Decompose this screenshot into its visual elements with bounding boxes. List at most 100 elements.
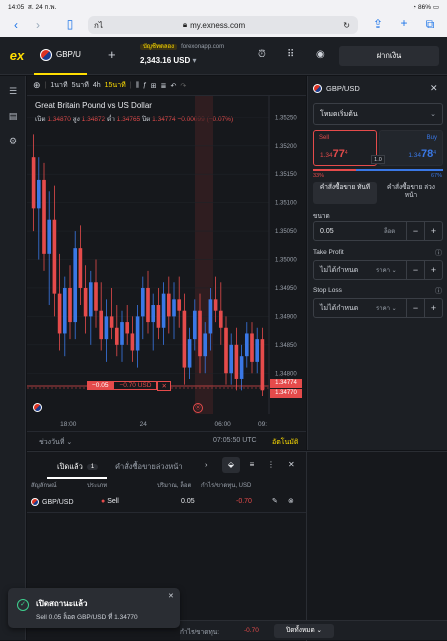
layout-grid-icon[interactable]: ⊞	[151, 82, 157, 90]
candle-body	[125, 322, 130, 334]
order-mode-select[interactable]: โหมดเริ่มต้น ⌄	[313, 103, 443, 125]
timeframe-5m[interactable]: 5นาที	[72, 80, 89, 91]
more-options-icon[interactable]: ⋮	[267, 460, 275, 469]
price-tick-label: 1.34850	[275, 343, 297, 349]
header-pl: กำไร/ขาดทุน, USD	[201, 483, 252, 489]
volume-decrease-button[interactable]: −	[406, 222, 424, 240]
header-symbol: สัญลักษณ์	[31, 483, 57, 489]
close-panel-icon[interactable]: ✕	[288, 460, 295, 469]
calendar-icon[interactable]: ▤	[7, 111, 19, 123]
layers-icon[interactable]: ≣	[161, 82, 167, 90]
candlestick-type-icon[interactable]: ⫼	[136, 82, 139, 90]
panel-divider	[306, 452, 307, 641]
alarm-clock-icon[interactable]: ⏰︎	[258, 49, 266, 60]
profile-icon[interactable]: ◉	[316, 49, 325, 60]
price-tick-label: 1.35150	[275, 172, 297, 178]
timeframe-4h[interactable]: 4h	[93, 82, 101, 89]
bookmarks-icon[interactable]: ▯	[60, 17, 80, 31]
stop-loss-increase-button[interactable]: +	[424, 299, 442, 317]
volume-increase-button[interactable]: +	[424, 222, 442, 240]
apps-grid-icon[interactable]: ⠿	[287, 49, 294, 60]
date-range-selector[interactable]: ช่วงวันที่ ⌄	[39, 437, 72, 448]
instrument-tab[interactable]: GBP/U	[34, 37, 87, 75]
browser-toolbar: ‹ › ▯ กไ 🔒︎ my.exness.com ↻ ⇪ + ⧉	[0, 13, 447, 37]
reload-icon[interactable]: ↻	[343, 21, 350, 30]
stop-loss-field[interactable]: ไม่ได้กำหนด ราคา ⌄ − +	[313, 298, 443, 318]
take-profit-field[interactable]: ไม่ได้กำหนด ราคา ⌄ − +	[313, 260, 443, 280]
add-indicator-icon[interactable]: ⊕	[33, 80, 41, 91]
tab-pending-orders[interactable]: คำสั่งซื้อขายล่วงหน้า	[115, 461, 183, 473]
stack-view-icon[interactable]: ≡	[243, 457, 261, 473]
add-instrument-icon[interactable]: +	[108, 47, 116, 62]
candle-body	[177, 299, 182, 311]
url-bar[interactable]: กไ 🔒︎ my.exness.com ↻	[88, 16, 358, 34]
table-row[interactable]: GBP/USD ● Sell 0.05 -0.70 ✎ ⊗	[27, 494, 307, 512]
auto-scale-toggle[interactable]: อัตโนมัติ	[272, 437, 298, 448]
timeframe-1m[interactable]: 1นาที	[50, 80, 67, 91]
deposit-button[interactable]: ฝากเงิน	[339, 46, 439, 66]
candle-body	[234, 344, 239, 379]
settings-gear-icon[interactable]: ⚙	[7, 136, 19, 148]
timeframe-15m[interactable]: 15นาที	[105, 80, 126, 91]
undo-icon[interactable]: ↶	[170, 82, 176, 90]
layers-view-icon[interactable]: ⬙	[222, 457, 240, 473]
close-position-icon[interactable]: ✕	[157, 380, 171, 391]
info-icon[interactable]: ⓘ	[435, 248, 442, 258]
row-volume: 0.05	[181, 498, 195, 505]
close-position-icon[interactable]: ⊗	[288, 497, 294, 505]
stop-loss-decrease-button[interactable]: −	[406, 299, 424, 317]
back-icon[interactable]: ‹	[6, 18, 26, 32]
edit-position-icon[interactable]: ✎	[272, 497, 278, 505]
candle-body	[68, 287, 72, 323]
price-tick-label: 1.35100	[275, 201, 297, 207]
tabs-icon[interactable]: ⧉	[420, 17, 440, 32]
candle-body	[244, 333, 249, 357]
buy-button[interactable]: Buy 1.34784	[379, 130, 443, 166]
row-divider	[27, 512, 307, 513]
take-profit-increase-button[interactable]: +	[424, 261, 442, 279]
candle-body	[192, 310, 197, 340]
sell-button[interactable]: Sell 1.34774	[313, 130, 377, 166]
stop-loss-unit[interactable]: ราคา ⌄	[376, 303, 397, 313]
candle-body	[83, 287, 88, 317]
candle-body	[31, 157, 36, 209]
price-tick-label: 1.34950	[275, 286, 297, 292]
sell-price-small: 1.34	[320, 152, 333, 159]
candle-body	[250, 333, 254, 362]
time-axis: 18:00 24 06:00 09:	[60, 421, 267, 428]
volume-field[interactable]: 0.05 ล็อต − +	[313, 221, 443, 241]
tab-pending-order[interactable]: คำสั่งซื้อขาย ล่วงหน้า	[379, 182, 443, 204]
toast-close-icon[interactable]: ✕	[168, 592, 174, 600]
positions-footer: กำไร/ขาดทุน: -0.70 ปิดทั้งหมด ⌄	[180, 620, 447, 640]
header-volume: ปริมาณ, ล็อต	[157, 483, 192, 489]
share-icon[interactable]: ⇪	[368, 17, 388, 31]
info-icon[interactable]: ⓘ	[435, 286, 442, 296]
new-tab-icon[interactable]: +	[394, 16, 414, 30]
news-event-icon[interactable]: ⦿	[193, 403, 203, 413]
tab-market-order[interactable]: คำสั่งซื้อขาย ทันที	[313, 182, 377, 204]
candle-body	[36, 179, 41, 209]
close-all-button[interactable]: ปิดทั้งหมด ⌄	[274, 624, 334, 638]
menu-list-icon[interactable]: ☰	[7, 86, 19, 98]
position-tag[interactable]: −0.05 −0.70 USD ✕	[87, 380, 171, 391]
tab-open-label: เปิดแล้ว	[57, 462, 83, 471]
event-flag-icon[interactable]	[33, 403, 42, 412]
stop-loss-placeholder: ไม่ได้กำหนด	[320, 304, 359, 312]
candle-body	[88, 282, 93, 317]
stop-loss-label: Stop Loss	[313, 287, 342, 294]
candle-body	[198, 310, 202, 357]
chevron-down-icon: ⌄	[66, 439, 73, 446]
indicators-icon[interactable]: ƒ	[143, 82, 147, 89]
forward-icon[interactable]: ›	[28, 18, 48, 32]
chart-panel: ⊕ | 1นาที 5นาที 4h 15นาที | ⫼ ƒ ⊞ ≣ ↶ ↷ …	[27, 76, 306, 450]
redo-icon[interactable]: ↷	[180, 82, 186, 90]
sentiment-sell-pct: 33%	[313, 173, 325, 179]
account-server: forexonapp.com	[181, 44, 225, 50]
tab-open-positions[interactable]: เปิดแล้ว 1	[57, 461, 99, 473]
close-panel-icon[interactable]: ✕	[430, 83, 438, 94]
take-profit-decrease-button[interactable]: −	[406, 261, 424, 279]
candle-body	[239, 356, 244, 379]
account-selector[interactable]: บัญชีทดลอง forexonapp.com 2,343.16 USD ▾	[140, 42, 224, 66]
take-profit-unit[interactable]: ราคา ⌄	[376, 265, 397, 275]
chevron-right-icon[interactable]: ›	[205, 460, 208, 469]
